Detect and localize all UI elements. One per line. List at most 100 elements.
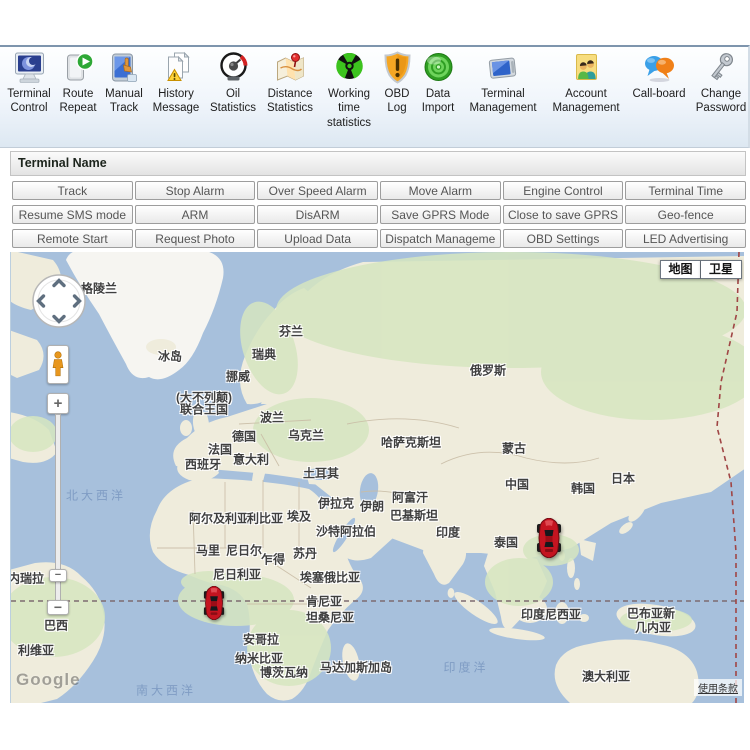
zoom-in-button[interactable]: +: [47, 393, 69, 414]
command-arm[interactable]: ARM: [135, 205, 256, 224]
map-label: 挪威: [226, 368, 250, 385]
map-label: 内瑞拉: [10, 570, 44, 587]
toolbar-item-terminal-control[interactable]: Terminal Control: [3, 50, 55, 116]
map-label: 哈萨克斯坦: [381, 434, 441, 451]
device-icon: [485, 50, 522, 86]
shield-warning-icon: [379, 50, 416, 86]
command-dispatch-management[interactable]: Dispatch Manageme: [380, 229, 501, 248]
map-label: 北大西洋: [66, 487, 126, 504]
map-type-satellite-button[interactable]: 卫星: [701, 260, 742, 279]
map-label: 巴西: [44, 617, 68, 634]
map-label: 埃及: [287, 508, 311, 525]
map-label: 中国: [505, 476, 529, 493]
map-label: 南大西洋: [136, 682, 196, 699]
green-target-icon: [420, 50, 457, 86]
toolbar-item-call-board[interactable]: Call-board: [627, 50, 691, 101]
command-disarm[interactable]: DisARM: [257, 205, 378, 224]
map-label: 蒙古: [502, 440, 526, 457]
map-label: 印度: [436, 524, 460, 541]
toolbar-item-data-import[interactable]: Data Import: [415, 50, 461, 116]
command-stop-alarm[interactable]: Stop Alarm: [135, 181, 256, 200]
map-label: 尼日利亚: [213, 566, 261, 583]
command-obd-settings[interactable]: OBD Settings: [503, 229, 624, 248]
toolbar-item-label: Change Password: [691, 87, 750, 116]
map-pin-icon: [272, 50, 309, 86]
toolbar-item-label: Call-board: [632, 87, 685, 101]
toolbar-item-manual-track[interactable]: Manual Track: [101, 50, 147, 116]
map-label: 冰岛: [158, 348, 182, 365]
toolbar-item-label: Account Management: [545, 87, 627, 116]
command-engine-control[interactable]: Engine Control: [503, 181, 624, 200]
terminal-name-header: Terminal Name: [10, 151, 746, 176]
map-type-map-button[interactable]: 地图: [660, 260, 701, 279]
map-label: 马达加斯加岛: [320, 659, 392, 676]
world-map[interactable]: 格陵兰冰岛芬兰瑞典挪威(大不列颠)联合王国波兰德国乌克兰哈萨克斯坦法国意大利西班…: [10, 252, 744, 703]
map-label: 印度尼西亚: [521, 606, 581, 623]
map-pan-control[interactable]: [31, 273, 87, 329]
map-label: 伊朗: [360, 498, 384, 515]
toolbar-item-distance-statistics[interactable]: Distance Statistics: [261, 50, 319, 116]
command-remote-start[interactable]: Remote Start: [12, 229, 133, 248]
car-marker[interactable]: [204, 586, 224, 620]
toolbar-item-change-password[interactable]: Change Password: [691, 50, 750, 116]
map-label: 博茨瓦纳: [260, 664, 308, 681]
map-label: 利比亚: [247, 510, 283, 527]
map-label: 安哥拉: [243, 631, 279, 648]
zoom-out-button[interactable]: −: [47, 600, 69, 615]
map-label: 联合王国: [180, 401, 228, 418]
map-label: 马里: [196, 542, 220, 559]
map-label: 泰国: [494, 534, 518, 551]
manual-track-icon: [106, 50, 143, 86]
command-close-to-save-gprs[interactable]: Close to save GPRS: [503, 205, 624, 224]
toolbar-item-account-management[interactable]: Account Management: [545, 50, 627, 116]
key-icon: [703, 50, 740, 86]
command-over-speed-alarm[interactable]: Over Speed Alarm: [257, 181, 378, 200]
map-label: 尼日尔: [226, 542, 262, 559]
map-label: 阿尔及利亚: [189, 510, 249, 527]
history-message-icon: [158, 50, 195, 86]
map-label: 芬兰: [279, 323, 303, 340]
command-save-gprs-mode[interactable]: Save GPRS Mode: [380, 205, 501, 224]
command-geo-fence[interactable]: Geo-fence: [625, 205, 746, 224]
map-label: 印度洋: [443, 659, 488, 676]
zoom-slider-handle[interactable]: −: [49, 569, 67, 582]
toolbar-item-label: History Message: [147, 87, 205, 116]
map-label: 俄罗斯: [470, 362, 506, 379]
toolbar-item-terminal-management[interactable]: Terminal Management: [461, 50, 545, 116]
car-marker[interactable]: [537, 518, 561, 558]
command-request-photo[interactable]: Request Photo: [135, 229, 256, 248]
toolbar-item-label: OBD Log: [379, 87, 415, 116]
toolbar-item-working-time-statistics[interactable]: Working time statistics: [319, 50, 379, 130]
map-label: 肯尼亚: [306, 593, 342, 610]
command-move-alarm[interactable]: Move Alarm: [380, 181, 501, 200]
map-label: 乌克兰: [288, 427, 324, 444]
google-watermark: Google: [16, 670, 81, 690]
command-led-advertising[interactable]: LED Advertising: [625, 229, 746, 248]
command-upload-data[interactable]: Upload Data: [257, 229, 378, 248]
map-type-switcher: 地图 卫星: [660, 260, 742, 279]
toolbar-item-oil-statistics[interactable]: Oil Statistics: [205, 50, 261, 116]
command-track[interactable]: Track: [12, 181, 133, 200]
toolbar-item-obd-log[interactable]: OBD Log: [379, 50, 415, 116]
map-label: 德国: [232, 428, 256, 445]
toolbar-item-label: Oil Statistics: [205, 87, 261, 116]
toolbar-item-label: Data Import: [415, 87, 461, 116]
toolbar-item-history-message[interactable]: History Message: [147, 50, 205, 116]
fan-clock-icon: [331, 50, 368, 86]
command-resume-sms-mode[interactable]: Resume SMS mode: [12, 205, 133, 224]
terms-of-use-link[interactable]: 使用条款: [694, 679, 742, 696]
map-label: 坦桑尼亚: [306, 609, 354, 626]
map-label: 埃塞俄比亚: [300, 569, 360, 586]
toolbar-item-label: Route Repeat: [55, 87, 101, 116]
toolbar-item-label: Distance Statistics: [261, 87, 319, 116]
command-terminal-time[interactable]: Terminal Time: [625, 181, 746, 200]
oil-gauge-icon: [215, 50, 252, 86]
command-grid: Track Stop Alarm Over Speed Alarm Move A…: [12, 181, 746, 248]
map-label: 土耳其: [303, 465, 339, 482]
map-label: 瑞典: [252, 346, 276, 363]
toolbar-item-label: Terminal Management: [461, 87, 545, 116]
chat-bubbles-icon: [641, 50, 678, 86]
toolbar-item-route-repeat[interactable]: Route Repeat: [55, 50, 101, 116]
map-label: 阿富汗: [392, 489, 428, 506]
street-view-pegman[interactable]: [47, 345, 69, 384]
